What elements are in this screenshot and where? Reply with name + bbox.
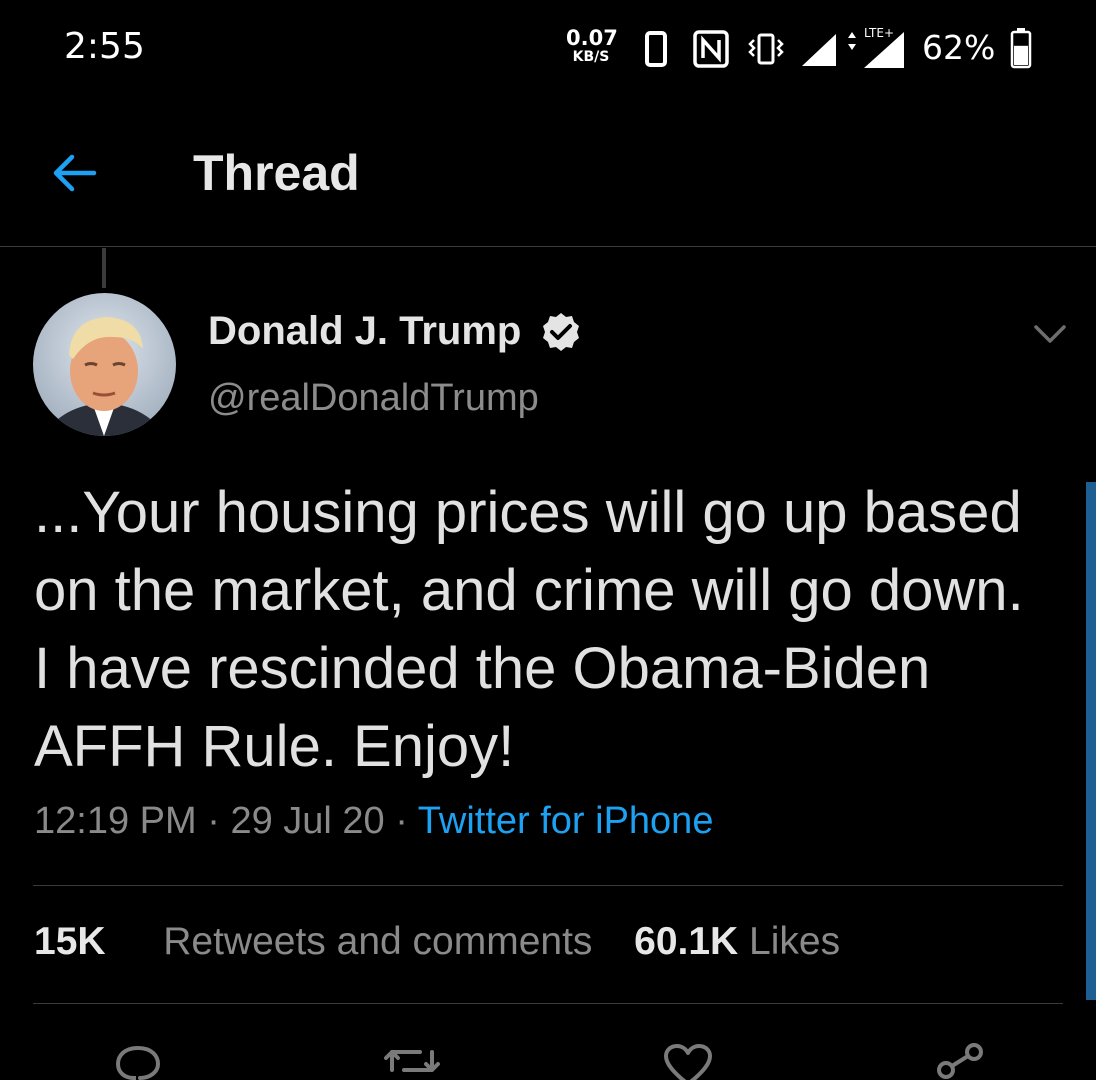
tweet-time: 12:19 PM [34,800,197,842]
network-speed-value: 0.07 [566,26,618,50]
network-speed: 0.07 KB/S [566,26,618,65]
status-time: 2:55 [64,26,145,67]
tweet-stats: 15K Retweets and comments 60.1K Likes [34,920,840,964]
like-icon[interactable] [660,1040,716,1080]
tweet-author-handle[interactable]: @realDonaldTrump [208,377,539,420]
avatar[interactable] [33,293,176,436]
arrow-left-icon [53,154,97,192]
tweet-date: 29 Jul 20 [230,800,385,842]
meta-separator: · [395,800,408,842]
retweets-count: 15K [34,920,106,963]
back-button[interactable] [40,148,110,198]
status-bar: 2:55 0.07 KB/S LTE+ 62% [0,0,1096,100]
divider [33,1003,1063,1004]
retweets-label: Retweets and comments [163,920,593,963]
vibrate-icon [748,33,784,65]
tweet-source-link[interactable]: Twitter for iPhone [418,800,714,842]
likes-count: 60.1K [634,920,739,963]
reply-icon[interactable] [110,1040,166,1080]
verified-badge-icon [543,313,579,351]
tweet-text: ...Your housing prices will go up based … [34,480,1024,779]
tweet-metadata: 12:19 PM · 29 Jul 20 · Twitter for iPhon… [34,800,713,843]
signal-icon [802,34,836,66]
phone-outline-icon [645,31,667,67]
battery-icon [1010,28,1032,69]
thread-connector-line [102,248,106,288]
chevron-down-icon [1034,325,1066,343]
network-speed-unit: KB/S [572,49,610,65]
nfc-icon [693,30,729,68]
tweet-options-button[interactable] [1030,320,1070,348]
battery-fill [1014,45,1028,65]
avatar-image [33,293,176,436]
likes-label: Likes [749,920,841,963]
network-type-label: LTE+ [864,26,894,40]
lte-signal-icon: LTE+ [848,26,904,68]
retweet-icon[interactable] [380,1040,444,1080]
battery-percentage: 62% [922,28,996,67]
tweet-author-name[interactable]: Donald J. Trump [208,309,521,354]
divider [33,885,1063,886]
scrollbar[interactable] [1086,482,1096,1000]
retweets-stat[interactable]: 15K Retweets and comments [34,920,603,963]
likes-stat[interactable]: 60.1K Likes [634,920,840,963]
page-title: Thread [193,145,360,201]
top-app-bar: Thread [0,100,1096,247]
meta-separator: · [207,800,220,842]
share-icon[interactable] [930,1040,990,1080]
